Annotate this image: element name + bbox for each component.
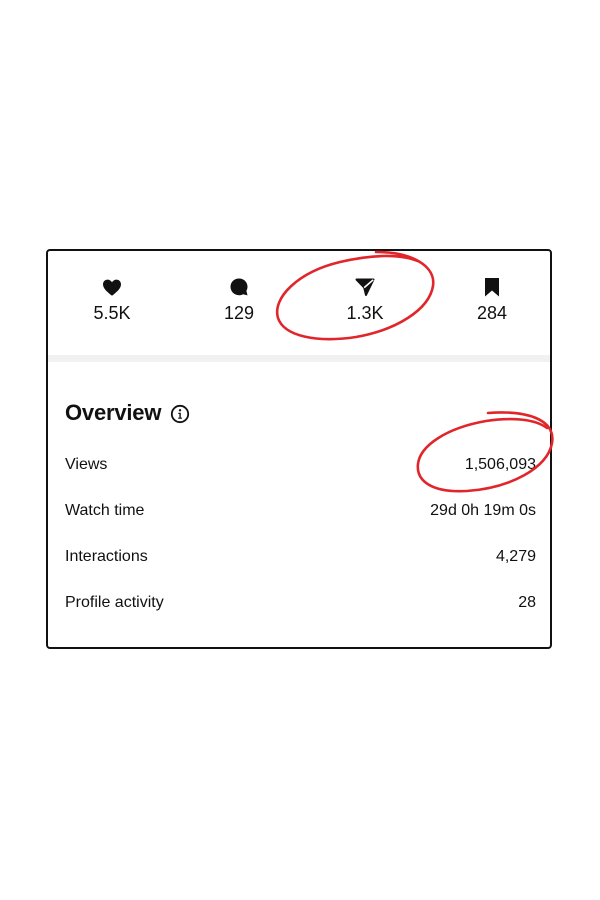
metric-row-profile-activity: Profile activity 28 — [65, 590, 536, 616]
metric-row-views: Views 1,506,093 — [65, 452, 536, 478]
metric-label: Interactions — [65, 548, 148, 565]
send-icon — [355, 278, 375, 296]
engagement-stats-row: 5.5K 129 1.3K 284 — [48, 251, 550, 355]
saves-count: 284 — [476, 303, 508, 323]
metric-label: Watch time — [65, 502, 145, 519]
bookmark-icon — [485, 278, 499, 297]
likes-count: 5.5K — [93, 303, 131, 323]
shares-stat[interactable]: 1.3K — [320, 275, 410, 325]
metric-label: Views — [65, 456, 108, 473]
heart-icon — [103, 279, 121, 296]
comment-bubble-icon — [230, 278, 248, 296]
saves-stat[interactable]: 284 — [447, 275, 537, 325]
metric-row-watch-time: Watch time 29d 0h 19m 0s — [65, 498, 536, 524]
metric-value: 29d 0h 19m 0s — [430, 502, 536, 519]
info-icon[interactable] — [170, 404, 190, 424]
comments-stat[interactable]: 129 — [194, 275, 284, 325]
comments-count: 129 — [223, 303, 255, 323]
metric-value: 1,506,093 — [464, 456, 536, 473]
overview-header: Overview — [65, 396, 190, 430]
metric-value: 28 — [518, 594, 536, 611]
metric-label: Profile activity — [65, 594, 164, 611]
overview-title: Overview — [65, 400, 162, 425]
insights-card: 5.5K 129 1.3K 284 Overview Views 1,506,0… — [46, 249, 552, 649]
shares-count: 1.3K — [346, 303, 384, 323]
likes-stat[interactable]: 5.5K — [67, 275, 157, 325]
metric-value: 4,279 — [495, 548, 536, 565]
metric-row-interactions: Interactions 4,279 — [65, 544, 536, 570]
section-divider — [48, 355, 550, 362]
